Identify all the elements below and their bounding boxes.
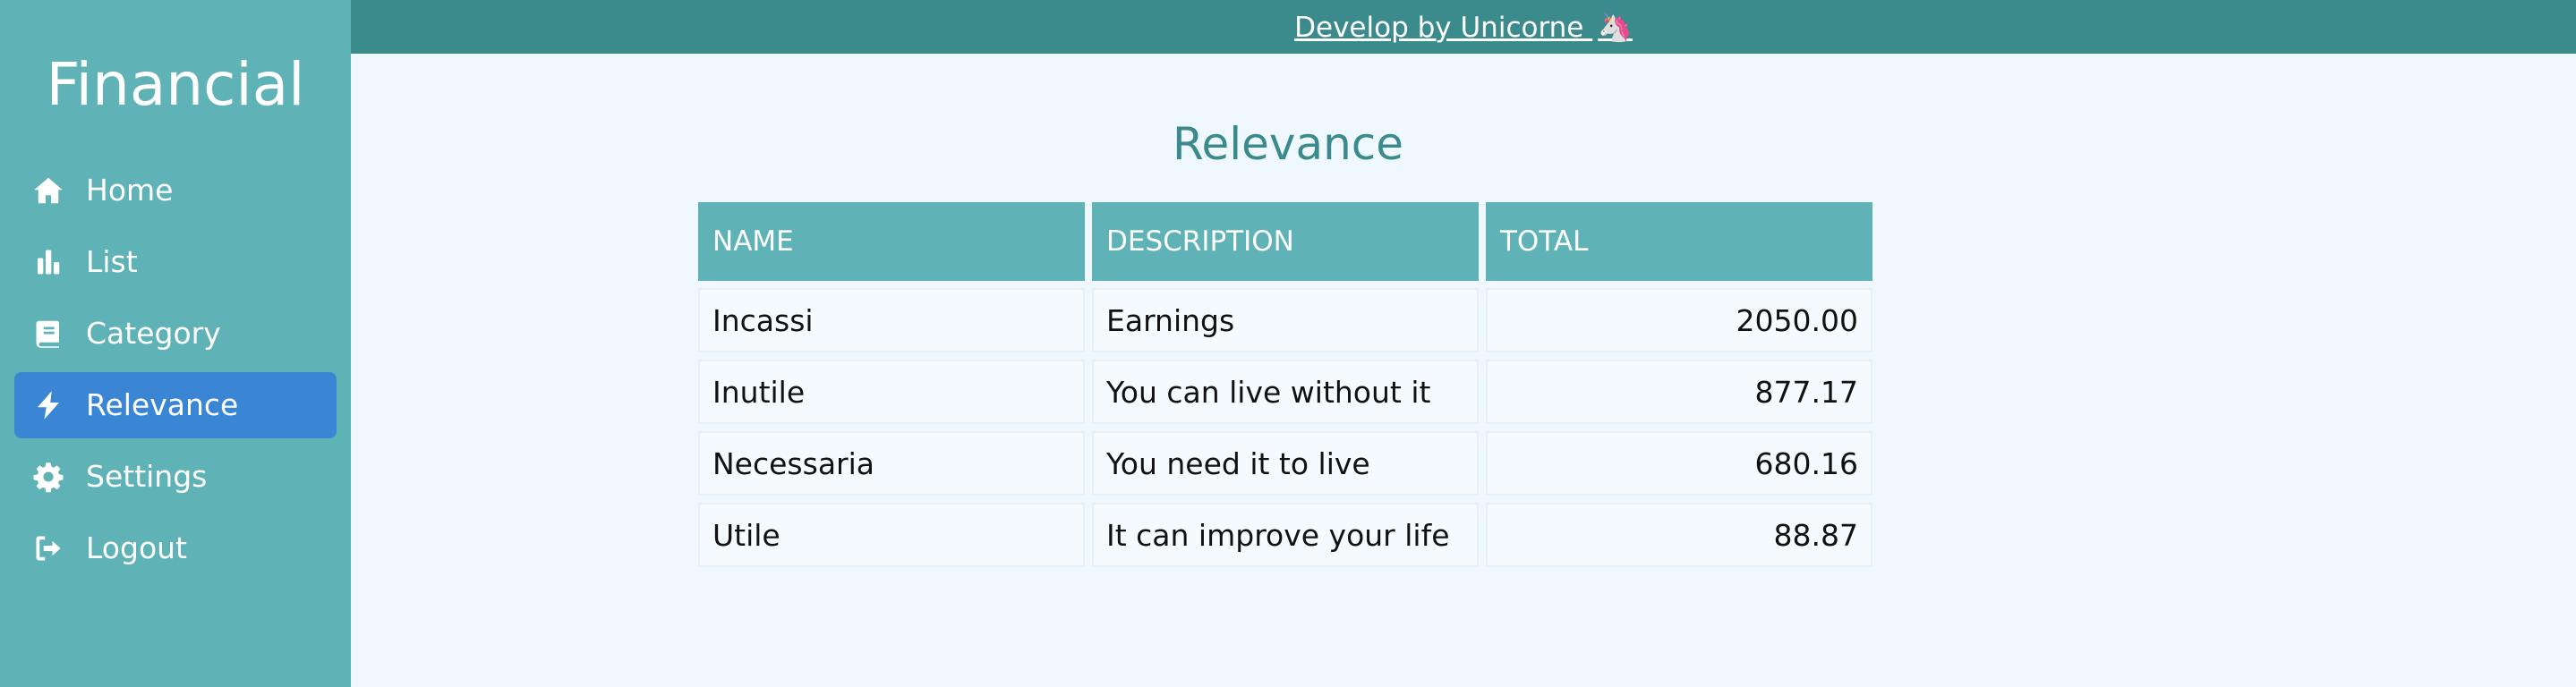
cell-total: 2050.00 [1486, 288, 1872, 352]
sidebar-nav: Home List Category Relevance Settings Lo… [14, 157, 337, 587]
column-header-total: TOTAL [1486, 202, 1872, 281]
cell-description: You can live without it [1092, 360, 1479, 424]
home-icon [30, 173, 66, 208]
unicorn-icon: 🦄 [1598, 11, 1633, 44]
table-row: Utile It can improve your life 88.87 [698, 503, 1872, 567]
sidebar-item-label: Logout [86, 530, 187, 565]
cell-name: Inutile [698, 360, 1085, 424]
table-row: Necessaria You need it to live 680.16 [698, 431, 1872, 496]
column-header-name: NAME [698, 202, 1085, 281]
cell-name: Necessaria [698, 431, 1085, 496]
cell-total: 680.16 [1486, 431, 1872, 496]
app-title: Financial [46, 50, 305, 119]
cell-description: Earnings [1092, 288, 1479, 352]
cell-name: Utile [698, 503, 1085, 567]
sidebar-item-list[interactable]: List [14, 229, 337, 295]
sidebar: Financial Home List Category Relevance S… [0, 0, 351, 687]
page-title: Relevance [1172, 117, 1404, 170]
sidebar-item-label: Category [86, 316, 221, 351]
relevance-table-container: NAME DESCRIPTION TOTAL Incassi Earnings … [698, 202, 1872, 567]
sidebar-item-category[interactable]: Category [14, 301, 337, 367]
bolt-icon [30, 387, 66, 423]
sidebar-item-label: Relevance [86, 387, 239, 422]
sidebar-item-logout[interactable]: Logout [14, 515, 337, 581]
bar-chart-icon [30, 244, 66, 280]
top-bar: Develop by Unicorne 🦄 [351, 0, 2576, 54]
gear-icon [30, 459, 66, 495]
table-row: Inutile You can live without it 877.17 [698, 360, 1872, 424]
cell-description: You need it to live [1092, 431, 1479, 496]
cell-total: 877.17 [1486, 360, 1872, 424]
cell-total: 88.87 [1486, 503, 1872, 567]
table-row: Incassi Earnings 2050.00 [698, 288, 1872, 352]
sidebar-item-label: Home [86, 173, 174, 208]
sidebar-item-label: Settings [86, 459, 208, 494]
credit-link[interactable]: Develop by Unicorne 🦄 [1294, 11, 1633, 44]
cell-name: Incassi [698, 288, 1085, 352]
credit-text: Develop by Unicorne [1294, 11, 1584, 44]
logout-icon [30, 530, 66, 566]
book-icon [30, 316, 66, 352]
table-header-row: NAME DESCRIPTION TOTAL [698, 202, 1872, 281]
column-header-description: DESCRIPTION [1092, 202, 1479, 281]
sidebar-item-home[interactable]: Home [14, 157, 337, 224]
sidebar-item-relevance[interactable]: Relevance [14, 372, 337, 438]
sidebar-item-settings[interactable]: Settings [14, 444, 337, 510]
sidebar-item-label: List [86, 244, 138, 279]
relevance-table: NAME DESCRIPTION TOTAL Incassi Earnings … [691, 195, 1880, 574]
cell-description: It can improve your life [1092, 503, 1479, 567]
